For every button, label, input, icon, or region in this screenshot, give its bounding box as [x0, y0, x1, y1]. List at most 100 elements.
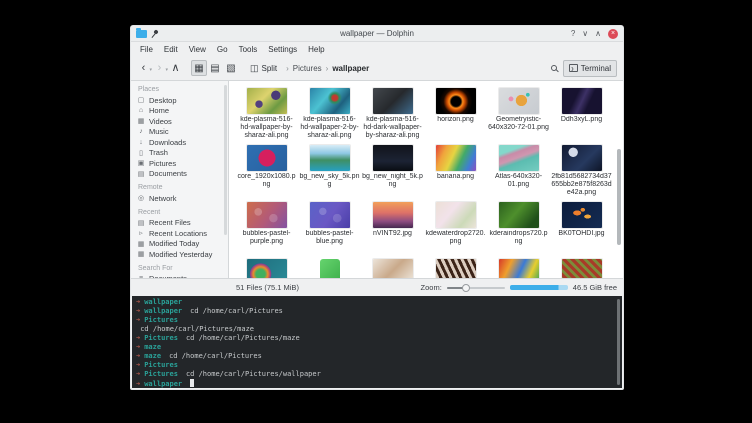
file-item[interactable]: Geometryistic-640x320-72-01.png — [487, 86, 550, 143]
file-item[interactable]: nVINT92.jpg — [361, 200, 424, 257]
up-button[interactable]: ∧ — [169, 61, 182, 75]
terminal-line: ➜wallpaper — [136, 298, 612, 307]
file-item[interactable]: kde-plasma-516-hd-wallpaper-2-by-sharaz-… — [298, 86, 361, 143]
sidebar-item-videos[interactable]: ▦Videos — [137, 116, 228, 127]
menu-file[interactable]: File — [140, 45, 153, 54]
file-item[interactable]: kde-plasma-516-hd-wallpaper-by-sharaz-al… — [235, 86, 298, 143]
prompt-dir: Pictures — [144, 370, 178, 378]
split-icon: ◫ — [250, 63, 259, 74]
file-item[interactable]: bg_new_night_5k.png — [361, 143, 424, 200]
file-item[interactable]: horizon.png — [424, 86, 487, 143]
terminal-toggle-button[interactable]: ❯ Terminal — [563, 60, 617, 77]
file-item[interactable] — [487, 257, 550, 278]
back-history-caret-icon[interactable]: ▾ — [149, 63, 152, 77]
prompt-arrow: ➜ — [136, 370, 140, 378]
terminal-panel[interactable]: ➜wallpaper ➜wallpapercd /home/carl/Pictu… — [132, 296, 622, 388]
file-item[interactable]: banana.png — [424, 143, 487, 200]
sidebar-item-recent-locations[interactable]: ▹Recent Locations — [137, 228, 228, 239]
file-item[interactable]: core_1920x1080.png — [235, 143, 298, 200]
sidebar-item-recent-files[interactable]: ▤Recent Files — [137, 218, 228, 229]
file-item[interactable] — [424, 257, 487, 278]
maximize-button[interactable]: ∧ — [595, 29, 601, 39]
close-button[interactable]: × — [608, 29, 618, 39]
file-item[interactable] — [550, 257, 613, 278]
tree-view-button[interactable]: ▧ — [223, 60, 239, 76]
sidebar-item-pictures[interactable]: ▣Pictures — [137, 158, 228, 169]
details-view-button[interactable]: ▤ — [207, 60, 223, 76]
file-thumbnail — [436, 202, 476, 228]
split-button[interactable]: ◫ Split — [250, 63, 277, 74]
menu-go[interactable]: Go — [217, 45, 228, 54]
file-thumbnail — [247, 145, 287, 171]
file-item[interactable]: 2fb81d5682734d37655bb2e875f8263de42a.png — [550, 143, 613, 200]
file-name: banana.png — [425, 173, 486, 181]
minimize-button[interactable]: ∨ — [582, 29, 588, 39]
sidebar-item-modified-today[interactable]: ▦Modified Today — [137, 239, 228, 250]
back-button[interactable]: ‹▾ — [137, 61, 150, 75]
file-item[interactable]: kdewaterdrop2720.png — [424, 200, 487, 257]
icons-view-button[interactable]: ▦ — [191, 60, 207, 76]
file-item[interactable]: Ddh3xyL.png — [550, 86, 613, 143]
breadcrumb: › Pictures › wallpaper — [286, 64, 369, 73]
file-item[interactable] — [235, 257, 298, 278]
sidebar-item-network[interactable]: ◎Network — [137, 193, 228, 204]
file-name: kdewaterdrop2720.png — [425, 230, 486, 246]
breadcrumb-wallpaper[interactable]: wallpaper — [332, 64, 369, 73]
help-button[interactable]: ? — [571, 29, 575, 39]
file-thumbnail — [562, 202, 602, 228]
recent-locations-icon: ▹ — [137, 229, 145, 237]
file-name: kde-plasma-516-hd-wallpaper-by-sharaz-al… — [236, 116, 297, 140]
file-thumbnail — [310, 88, 350, 114]
file-thumbnail — [373, 202, 413, 228]
sidebar-item-documents[interactable]: ▤Documents — [137, 169, 228, 180]
file-item[interactable]: kderaindrops720.png — [487, 200, 550, 257]
terminal-scrollbar[interactable] — [617, 299, 620, 385]
file-item[interactable] — [361, 257, 424, 278]
file-thumbnail — [499, 202, 539, 228]
file-item[interactable]: Atlas-640x320-01.png — [487, 143, 550, 200]
sidebar-item-downloads[interactable]: ↓Downloads — [137, 137, 228, 148]
file-item[interactable]: bg_new_sky_5k.png — [298, 143, 361, 200]
sidebar-item-modified-yesterday[interactable]: ▦Modified Yesterday — [137, 249, 228, 260]
places-panel: Places ▢Desktop ⌂Home ▦Videos ♪Music ↓Do… — [131, 81, 229, 278]
search-icon[interactable] — [551, 65, 557, 71]
statusbar: 51 Files (75.1 MiB) Zoom: 46.5 GiB free — [131, 278, 623, 296]
command-text: cd /home/carl/Pictures — [190, 307, 283, 315]
recent-files-icon: ▤ — [137, 219, 145, 227]
menu-settings[interactable]: Settings — [268, 45, 297, 54]
toolbar: ‹▾ ›▾ ∧ ▦ ▤ ▧ ◫ Split › Pictures › wallp… — [131, 56, 623, 80]
file-item[interactable]: bubbles-pastel-purple.png — [235, 200, 298, 257]
sidebar-item-desktop[interactable]: ▢Desktop — [137, 95, 228, 106]
terminal-line: ➜Picturescd /home/carl/Pictures/wallpape… — [136, 370, 612, 379]
prompt-arrow: ➜ — [136, 307, 140, 315]
menu-edit[interactable]: Edit — [164, 45, 178, 54]
zoom-slider[interactable] — [447, 287, 505, 289]
home-icon: ⌂ — [137, 107, 145, 114]
downloads-icon: ↓ — [137, 139, 145, 146]
prompt-dir: Pictures — [144, 361, 178, 369]
sidebar-item-search-documents[interactable]: ≡Documents — [137, 274, 228, 279]
command-text: cd /home/carl/Pictures — [169, 352, 262, 360]
file-name: kde-plasma-516-hd-wallpaper-2-by-sharaz-… — [299, 116, 360, 140]
sidebar-item-home[interactable]: ⌂Home — [137, 106, 228, 117]
file-item[interactable]: kde-plasma-516-hd-dark-wallpaper-by-shar… — [361, 86, 424, 143]
file-name: nVINT92.jpg — [362, 230, 423, 238]
fileview-scrollbar[interactable] — [617, 149, 621, 245]
calendar-icon: ▦ — [137, 250, 145, 258]
sidebar-item-music[interactable]: ♪Music — [137, 127, 228, 138]
file-thumbnail — [562, 145, 602, 171]
menu-help[interactable]: Help — [308, 45, 324, 54]
file-name: kde-plasma-516-hd-dark-wallpaper-by-shar… — [362, 116, 423, 140]
menu-tools[interactable]: Tools — [239, 45, 258, 54]
titlebar[interactable]: wallpaper — Dolphin ? ∨ ∧ × — [131, 26, 623, 42]
file-item[interactable] — [298, 257, 361, 278]
sidebar-scrollbar[interactable] — [224, 85, 227, 235]
sidebar-item-trash[interactable]: ▯Trash — [137, 148, 228, 159]
menu-view[interactable]: View — [189, 45, 206, 54]
breadcrumb-pictures[interactable]: Pictures — [293, 64, 322, 73]
forward-button[interactable]: ›▾ — [153, 61, 166, 75]
prompt-arrow: ➜ — [136, 316, 140, 324]
zoom-slider-handle[interactable] — [462, 284, 470, 292]
file-item[interactable]: BK0TOHDI.jpg — [550, 200, 613, 257]
file-item[interactable]: bubbles-pastel-blue.png — [298, 200, 361, 257]
